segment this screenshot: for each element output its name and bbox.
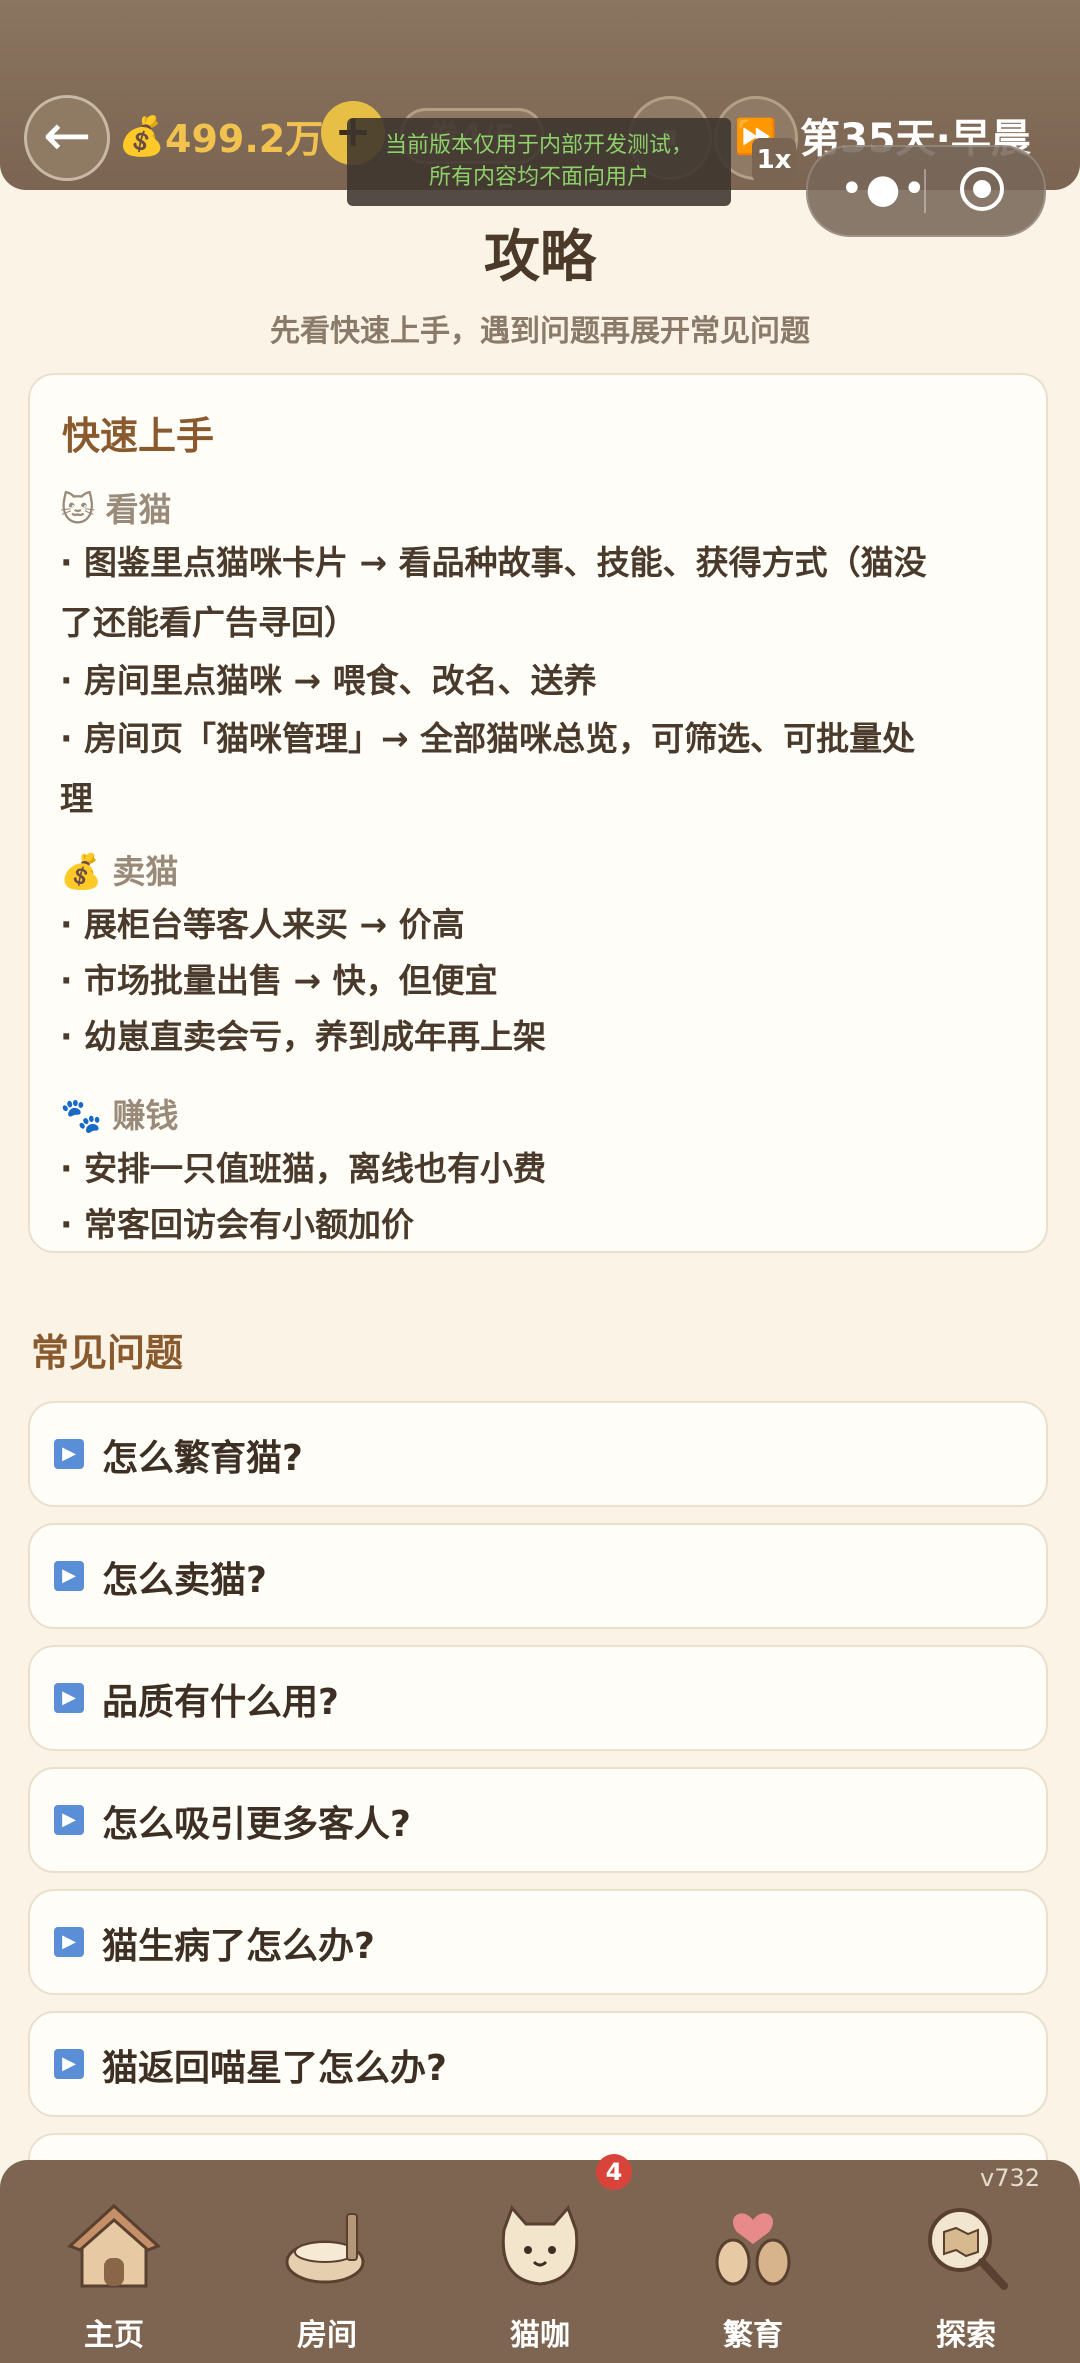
tip-line: · 幼崽直卖会亏，养到成年再上架	[60, 1017, 547, 1056]
faq-question: 怎么卖猫?	[102, 1560, 267, 1601]
faq-question: 怎么吸引更多客人?	[102, 1804, 411, 1845]
faq-item[interactable]: ▶ 怎么卖猫?	[28, 1523, 1048, 1629]
expand-arrow-icon: ▶	[54, 1805, 84, 1835]
faq-item[interactable]: ▶ 怎么繁育猫?	[28, 1401, 1048, 1507]
section-heading-label: 看猫	[105, 490, 172, 529]
faq-title: 常见问题	[31, 1331, 184, 1375]
speed-badge: 1x	[752, 138, 796, 182]
tip-line: · 展柜台等客人来买 → 价高	[60, 905, 465, 944]
magnifier-map-icon	[928, 2208, 1008, 2290]
section-heading-sell-cats: 💰 卖猫	[60, 845, 178, 893]
dev-notice-line-1: 当前版本仅用于内部开发测试，	[384, 133, 693, 158]
nav-label: 房间	[297, 2318, 357, 2353]
faq-item[interactable]: ▶ 猫返回喵星了怎么办?	[28, 2011, 1048, 2117]
faq-item[interactable]: ▶ 品质有什么用?	[28, 1645, 1048, 1751]
expand-arrow-icon: ▶	[54, 1927, 84, 1957]
nav-label: 繁育	[723, 2318, 783, 2353]
nav-item-explore[interactable]: 探索	[858, 2160, 1074, 2363]
faq-question: 猫生病了怎么办?	[102, 1926, 375, 1967]
quick-start-title: 快速上手	[62, 414, 215, 458]
house-icon	[67, 2203, 161, 2288]
faq-question: 怎么繁育猫?	[102, 1438, 303, 1479]
nav-label: 主页	[84, 2318, 144, 2353]
tip-line: 了还能看广告寻回）	[60, 603, 357, 642]
paw-print-icon: 🐾	[60, 1096, 103, 1136]
nav-item-cafe[interactable]: 猫咖	[432, 2160, 648, 2363]
section-heading-view-cats: 🐱 看猫	[60, 483, 171, 531]
nav-item-room[interactable]: 房间	[219, 2160, 435, 2363]
tip-line: · 市场批量出售 → 快，但便宜	[60, 961, 498, 1000]
nav-label: 猫咖	[510, 2318, 570, 2353]
money-bag-icon: 💰	[118, 114, 166, 158]
tip-line: · 房间页「猫咪管理」→ 全部猫咪总览，可筛选、可批量处	[60, 719, 916, 758]
faq-item[interactable]: ▶ 怎么吸引更多客人?	[28, 1767, 1048, 1873]
nav-item-breeding[interactable]: 繁育	[645, 2160, 861, 2363]
section-heading-label: 赚钱	[112, 1096, 179, 1135]
faq-question: 品质有什么用?	[102, 1682, 339, 1723]
back-arrow-icon: ←	[42, 101, 92, 169]
cat-face-icon: 🐱	[60, 490, 96, 530]
faq-question: 猫返回喵星了怎么办?	[102, 2048, 447, 2089]
cat-bowl-room-icon	[285, 2213, 365, 2284]
section-heading-earn-money: 🐾 赚钱	[60, 1089, 178, 1137]
expand-arrow-icon: ▶	[54, 1561, 84, 1591]
bottom-nav: 主页 房间 猫咖 繁育 探索	[0, 2160, 1080, 2363]
tip-line: · 安排一只值班猫，离线也有小费	[60, 1149, 547, 1188]
expand-arrow-icon: ▶	[54, 1439, 84, 1469]
page-subtitle: 先看快速上手，遇到问题再展开常见问题	[270, 314, 810, 349]
tip-line: · 房间里点猫咪 → 喂食、改名、送养	[60, 661, 597, 700]
guide-content[interactable]: 攻略 先看快速上手，遇到问题再展开常见问题 快速上手 🐱 看猫 · 图鉴里点猫咪卡…	[0, 190, 1080, 2160]
section-heading-label: 卖猫	[112, 852, 179, 891]
version-label: v732	[980, 2164, 1041, 2192]
expand-arrow-icon: ▶	[54, 2049, 84, 2079]
cat-cup-icon	[501, 2205, 579, 2286]
nav-label: 探索	[936, 2318, 996, 2353]
expand-arrow-icon: ▶	[54, 1683, 84, 1713]
tip-line: · 常客回访会有小额加价	[60, 1205, 415, 1244]
notification-badge: 4	[596, 2154, 632, 2190]
tip-line: 理	[60, 779, 93, 818]
quick-start-card: 快速上手 🐱 看猫 · 图鉴里点猫咪卡片 → 看品种故事、技能、获得方式（猫没 了…	[28, 373, 1048, 1253]
nav-item-home[interactable]: 主页	[6, 2160, 222, 2363]
money-amount: 499.2万	[165, 117, 324, 161]
faq-item[interactable]: ▶ 猫生病了怎么办?	[28, 1889, 1048, 1995]
back-button[interactable]: ←	[24, 95, 110, 181]
breeding-cats-icon	[715, 2213, 791, 2286]
faq-item-partial[interactable]	[28, 2133, 1048, 2160]
page-title: 攻略	[484, 225, 596, 290]
tip-line: · 图鉴里点猫咪卡片 → 看品种故事、技能、获得方式（猫没	[60, 543, 927, 582]
money-bag-icon: 💰	[60, 852, 103, 892]
